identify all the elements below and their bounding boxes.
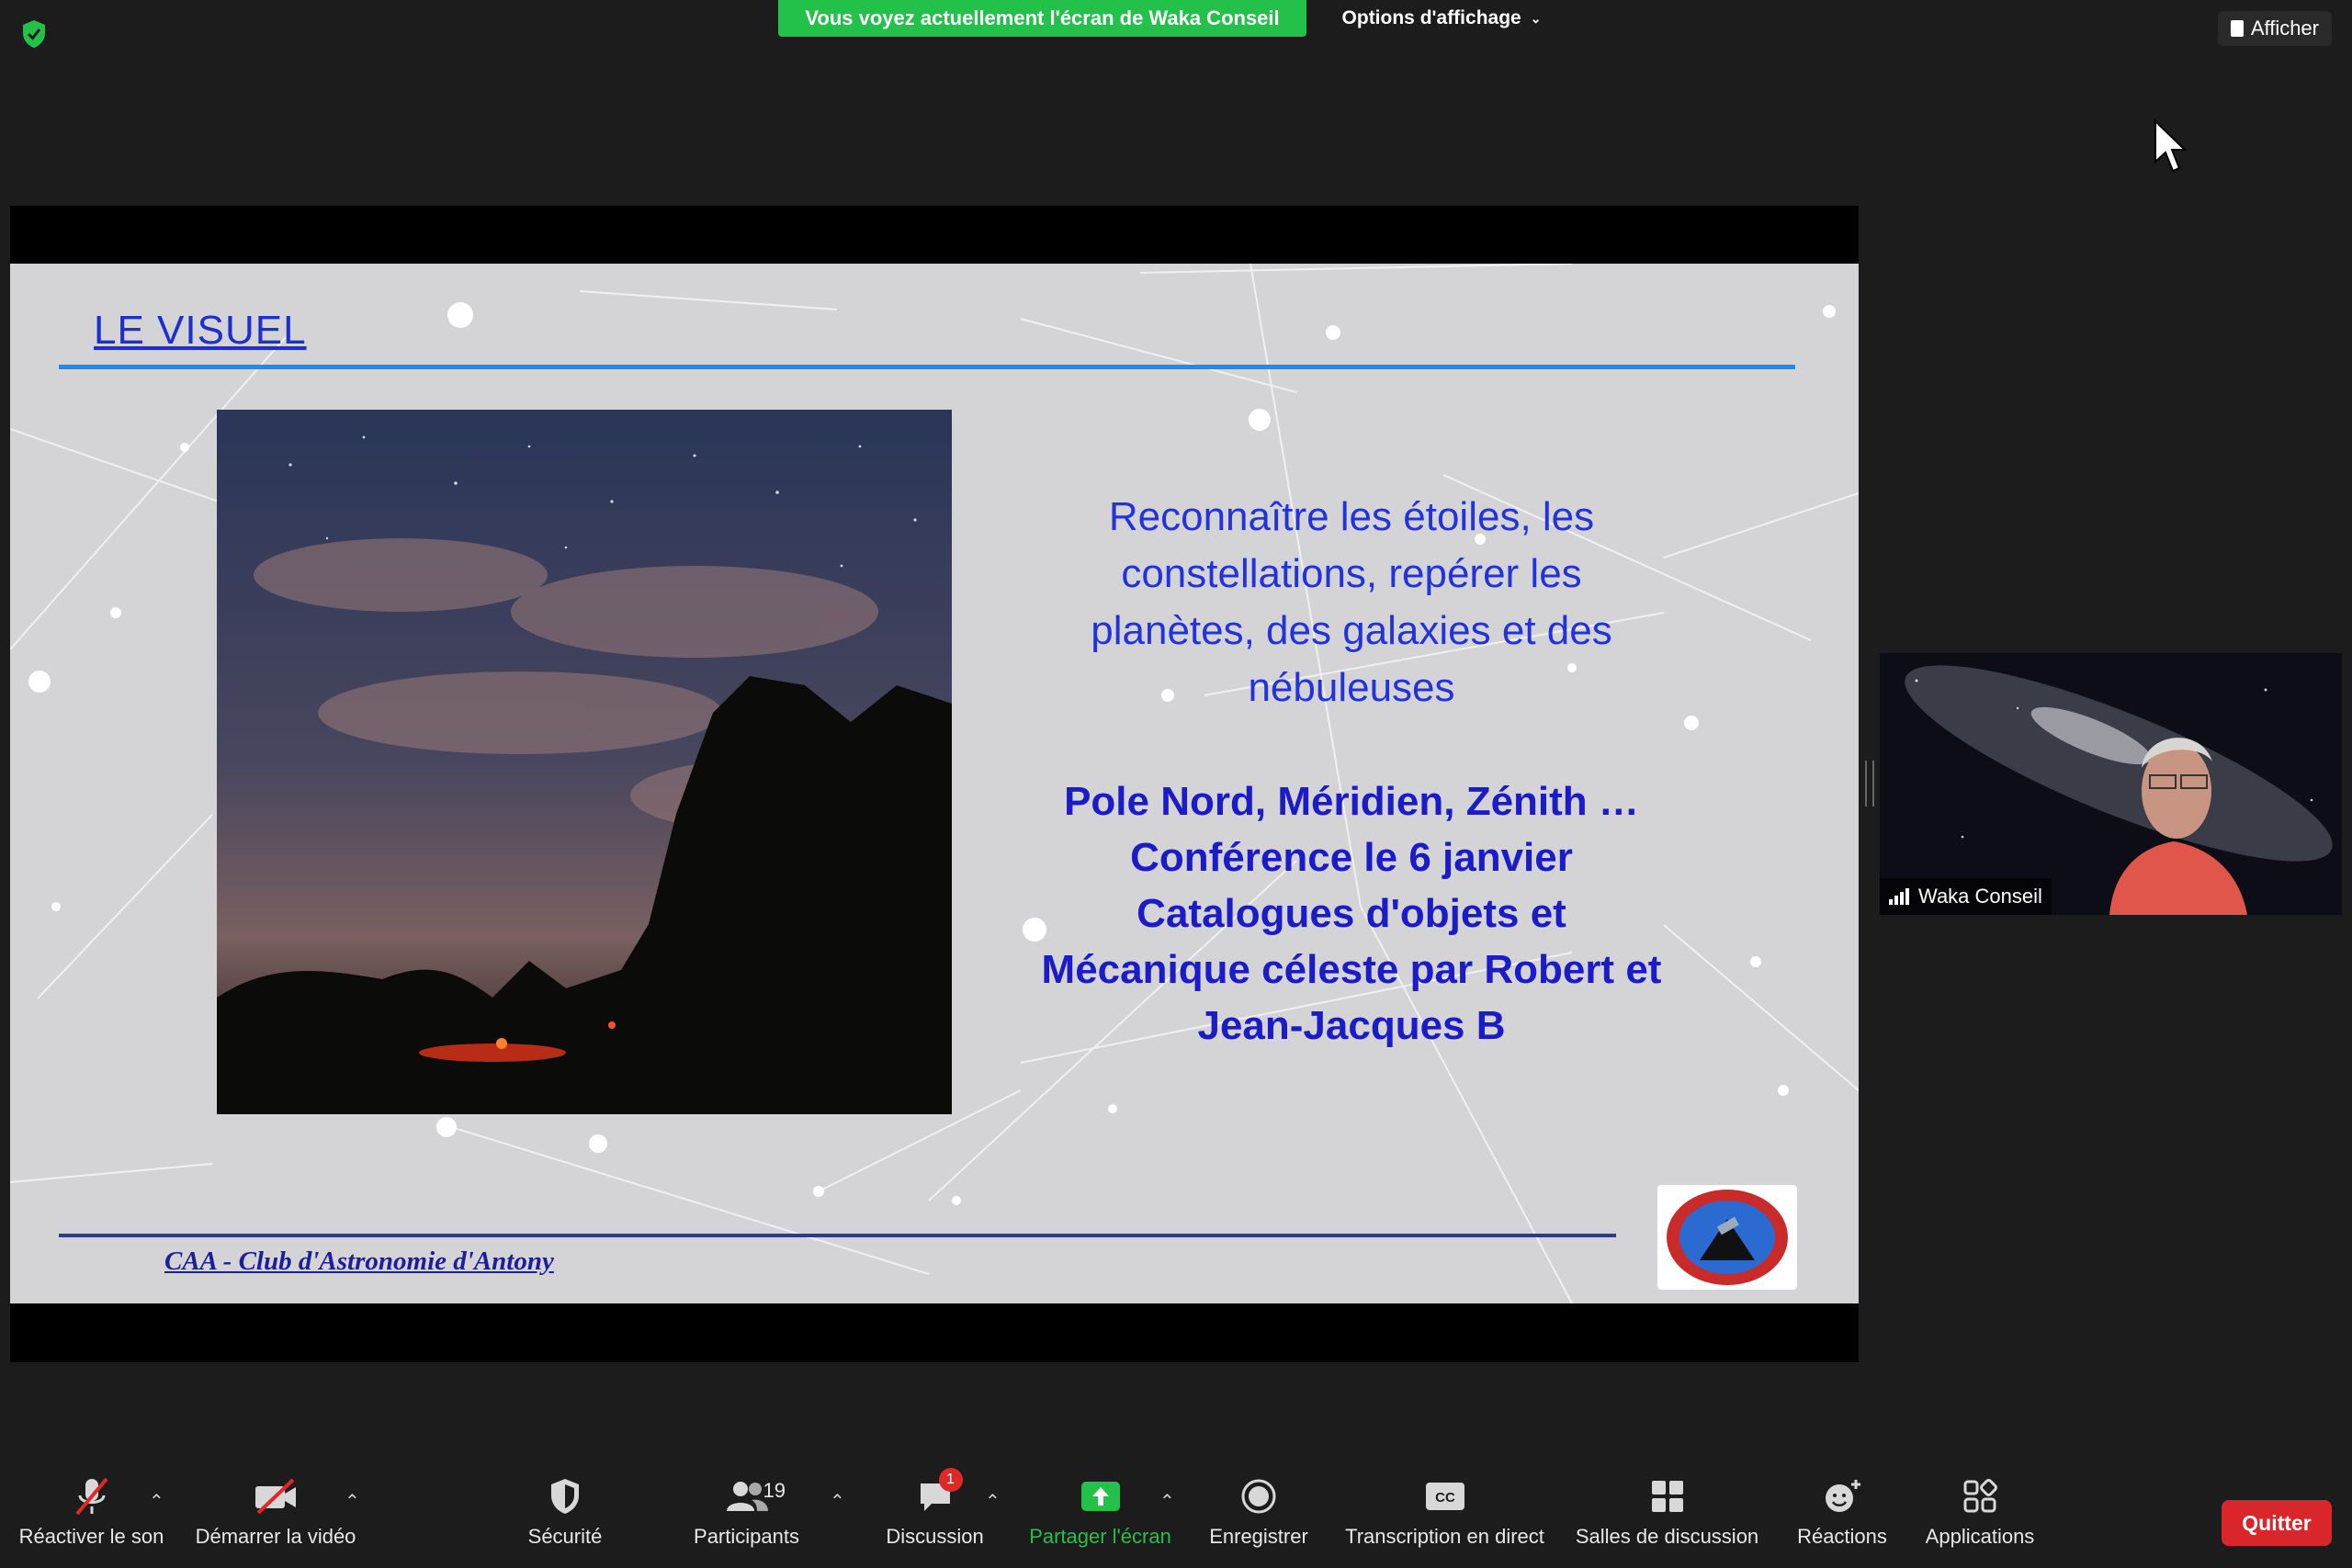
footer-divider [59,1234,1616,1237]
event-line: Pole Nord, Méridien, Zénith … [1064,779,1639,824]
security-shield-icon [537,1473,593,1519]
participant-video-tile[interactable] [1880,653,2342,915]
event-line: Catalogues d'objets et [1136,891,1566,936]
closed-captions-icon: CC [1418,1473,1473,1519]
mouse-cursor-icon [2154,118,2188,175]
chat-unread-badge: 1 [938,1468,963,1492]
unmute-label: Réactiver le son [18,1525,164,1548]
apps-label: Applications [1925,1525,2035,1548]
record-icon [1231,1473,1286,1519]
event-line: Jean-Jacques B [1197,1003,1506,1048]
reaction-smiley-icon [1815,1473,1870,1519]
view-options-label: Options d'affichage [1341,7,1521,28]
participant-name-label: Waka Conseil [1880,878,2052,915]
show-button-label: Afficher [2250,17,2319,39]
slide-intro-text: Reconnaître les étoiles, les constellati… [1030,489,1673,716]
view-options-dropdown[interactable]: Options d'affichage ⌄ [1314,0,1569,37]
share-screen-label: Partager l'écran [1029,1525,1171,1548]
quit-meeting-button[interactable]: Quitter [2222,1500,2332,1546]
reactions-button[interactable]: Réactions [1787,1462,1897,1568]
participants-button[interactable]: 19 Participants [684,1462,808,1568]
participants-count: 19 [763,1479,786,1502]
participants-label: Participants [694,1525,799,1548]
security-label: Sécurité [527,1525,603,1548]
slide-footer: CAA - Club d'Astronomie d'Antony [164,1247,554,1276]
panel-resize-handle[interactable] [1865,761,1874,807]
security-shield-icon[interactable] [20,18,48,50]
window-icon [2230,20,2244,37]
breakout-rooms-grid-icon [1640,1473,1695,1519]
screen-share-banner: Vous voyez actuellement l'écran de Waka … [778,0,1306,37]
apps-button[interactable]: Applications [1916,1462,2044,1568]
intro-line: nébuleuses [1248,665,1455,710]
event-line: Conférence le 6 janvier [1130,835,1573,880]
start-video-button[interactable]: Démarrer la vidéo [188,1462,363,1568]
share-options-caret-icon[interactable]: ⌃ [1159,1490,1175,1513]
share-screen-icon [1073,1473,1128,1519]
record-label: Enregistrer [1209,1525,1308,1548]
participants-icon: 19 [719,1473,786,1519]
share-screen-button[interactable]: Partager l'écran [1020,1462,1181,1568]
breakout-rooms-button[interactable]: Salles de discussion [1573,1462,1761,1568]
svg-text:CC: CC [1435,1490,1455,1506]
video-off-icon [248,1473,303,1519]
start-video-label: Démarrer la vidéo [195,1525,356,1548]
apps-icon [1952,1473,2007,1519]
title-divider [59,365,1795,369]
intro-line: constellations, repérer les [1121,551,1582,596]
club-logo [1657,1185,1797,1290]
intro-line: Reconnaître les étoiles, les [1108,494,1595,539]
chat-label: Discussion [886,1525,984,1548]
slide-event-text: Pole Nord, Méridien, Zénith … Conférence… [1002,773,1701,1054]
unmute-button[interactable]: Réactiver le son [11,1462,172,1568]
participants-options-caret-icon[interactable]: ⌃ [830,1490,845,1513]
intro-line: planètes, des galaxies et des [1091,608,1612,653]
video-options-caret-icon[interactable]: ⌃ [345,1490,360,1513]
breakout-rooms-label: Salles de discussion [1575,1525,1759,1548]
slide-title: LE VISUEL [94,308,307,353]
night-sky-photo [217,410,952,1114]
record-button[interactable]: Enregistrer [1199,1462,1318,1568]
show-button[interactable]: Afficher [2217,11,2332,46]
presentation-slide: LE VISUEL Reconnaître les étoiles, les c… [10,264,1859,1303]
event-line: Mécanique céleste par Robert et [1041,947,1662,992]
muted-microphone-icon [64,1473,119,1519]
security-button[interactable]: Sécurité [510,1462,620,1568]
meeting-toolbar: Réactiver le son ⌃ Démarrer la vidéo ⌃ S… [0,1462,2352,1568]
chat-options-caret-icon[interactable]: ⌃ [985,1490,1001,1513]
chat-button[interactable]: 1 Discussion [877,1462,992,1568]
chat-bubble-icon: 1 [908,1468,963,1519]
live-transcript-label: Transcription en direct [1345,1525,1544,1548]
live-transcript-button[interactable]: CC Transcription en direct [1337,1462,1553,1568]
signal-strength-icon [1889,888,1909,905]
participant-name: Waka Conseil [1918,885,2042,908]
chevron-down-icon: ⌄ [1530,10,1542,26]
audio-options-caret-icon[interactable]: ⌃ [149,1490,164,1513]
reactions-label: Réactions [1797,1525,1887,1548]
